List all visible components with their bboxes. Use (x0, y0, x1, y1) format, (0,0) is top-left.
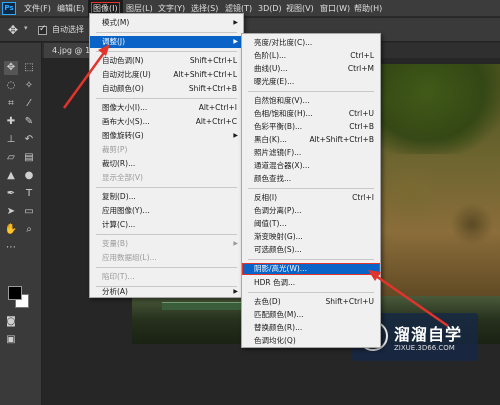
menu-item-photo-filter[interactable]: 照片滤镜(F)... (242, 147, 380, 159)
foreground-color-swatch[interactable] (8, 286, 22, 300)
more-tools-icon[interactable]: ⋯ (4, 241, 18, 255)
menu-item-gradient-map[interactable]: 渐变映射(G)... (242, 231, 380, 243)
menu-item-image-rotation[interactable]: 图像旋转(G) ▶ (90, 130, 243, 142)
menu-item-reveal-all[interactable]: 显示全部(V) (90, 172, 243, 184)
zoom-icon[interactable]: ⌕ (22, 223, 36, 237)
menu-item-brightness-contrast[interactable]: 亮度/对比度(C)... (242, 37, 380, 49)
magic-wand-icon[interactable]: ✧ (22, 79, 36, 93)
menu-help[interactable]: 帮助(H) (354, 0, 382, 17)
menu-item-selective-color[interactable]: 可选颜色(S)... (242, 244, 380, 256)
brush-icon[interactable]: ✎ (22, 115, 36, 129)
boat (162, 302, 250, 310)
menu-edit[interactable]: 编辑(E) (57, 0, 84, 17)
auto-select-label: 自动选择 (52, 25, 84, 34)
menu-item-calculations[interactable]: 计算(C)... (90, 219, 243, 231)
menu-item-black-white[interactable]: 黑白(K)... Alt+Shift+Ctrl+B (242, 134, 380, 146)
quick-mask-icon[interactable]: ◙ (4, 315, 18, 329)
dodge-icon[interactable]: ● (22, 169, 36, 183)
clone-stamp-icon[interactable]: ⊥ (4, 133, 18, 147)
menu-item-trim[interactable]: 裁切(R)... (90, 158, 243, 170)
lasso-icon[interactable]: ◌ (4, 79, 18, 93)
menu-item-auto-contrast[interactable]: 自动对比度(U) Alt+Shift+Ctrl+L (90, 69, 243, 81)
menu-window[interactable]: 窗口(W) (320, 0, 350, 17)
blur-icon[interactable]: ▲ (4, 169, 18, 183)
gradient-icon[interactable]: ▤ (22, 151, 36, 165)
menu-item-apply-data-set[interactable]: 应用数据组(L)... (90, 252, 243, 264)
menu-item-channel-mixer[interactable]: 通道混合器(X)... (242, 160, 380, 172)
menu-item-adjust[interactable]: 调整(J) ▶ (90, 36, 243, 48)
marquee-icon[interactable]: ⬚ (22, 61, 36, 75)
adjustments-submenu: 亮度/对比度(C)... 色阶(L)... Ctrl+L 曲线(U)... Ctrl… (241, 33, 381, 348)
menu-item-apply-image[interactable]: 应用图像(Y)... (90, 205, 243, 217)
menu-item-threshold[interactable]: 阈值(T)... (242, 218, 380, 230)
menu-item-duplicate[interactable]: 复制(D)... (90, 191, 243, 203)
menu-item-canvas-size[interactable]: 画布大小(S)... Alt+Ctrl+C (90, 116, 243, 128)
menu-item-color-lookup[interactable]: 颜色查找... (242, 173, 380, 185)
healing-brush-icon[interactable]: ✚ (4, 115, 18, 129)
menu-view[interactable]: 视图(V) (286, 0, 314, 17)
menu-item-posterize[interactable]: 色调分离(P)... (242, 205, 380, 217)
menu-item-desaturate[interactable]: 去色(D) Shift+Ctrl+U (242, 296, 380, 308)
menu-item-invert[interactable]: 反相(I) Ctrl+I (242, 192, 380, 204)
pen-icon[interactable]: ✒ (4, 187, 18, 201)
eraser-icon[interactable]: ▱ (4, 151, 18, 165)
menu-item-replace-color[interactable]: 替换颜色(R)... (242, 322, 380, 334)
menu-item-levels[interactable]: 色阶(L)... Ctrl+L (242, 50, 380, 62)
menu-bar: Ps 文件(F) 编辑(E) 图像(I) 图层(L) 文字(Y) 选择(S) 滤… (0, 0, 500, 17)
menu-item-curves[interactable]: 曲线(U)... Ctrl+M (242, 63, 380, 75)
menu-item-match-color[interactable]: 匹配颜色(M)... (242, 309, 380, 321)
menu-item-image-size[interactable]: 图像大小(I)... Alt+Ctrl+I (90, 102, 243, 114)
menu-item-mode[interactable]: 模式(M) ▶ (90, 17, 243, 29)
menu-item-color-balance[interactable]: 色彩平衡(B)... Ctrl+B (242, 121, 380, 133)
menu-item-hdr-toning[interactable]: HDR 色调... (242, 277, 380, 289)
menu-item-analysis[interactable]: 分析(A) ▶ (90, 286, 243, 298)
watermark-title: 溜溜自学 (394, 325, 463, 344)
move-icon[interactable]: ✥ (4, 61, 18, 75)
menu-item-equalize[interactable]: 色调均化(Q) (242, 335, 380, 347)
rectangle-icon[interactable]: ▭ (22, 205, 36, 219)
path-selection-icon[interactable]: ➤ (4, 205, 18, 219)
menu-item-hue-saturation[interactable]: 色相/饱和度(H)... Ctrl+U (242, 108, 380, 120)
menu-file[interactable]: 文件(F) (24, 0, 51, 17)
crop-icon[interactable]: ⌗ (4, 97, 18, 111)
tools-panel: ✥ ⬚ ◌ ✧ ⌗ ⁄ ✚ ✎ ⊥ ↶ ▱ ▤ ▲ ● ✒ T ➤ ▭ ✋ ⌕ … (0, 43, 42, 405)
screen-mode-icon[interactable]: ▣ (4, 333, 18, 347)
type-tool-icon[interactable]: T (22, 187, 36, 201)
hand-icon[interactable]: ✋ (4, 223, 18, 237)
menu-item-exposure[interactable]: 曝光度(E)... (242, 76, 380, 88)
menu-item-trap[interactable]: 陷印(T)... (90, 271, 243, 283)
menu-3d[interactable]: 3D(D) (258, 0, 282, 17)
move-tool-icon[interactable]: ✥ (8, 23, 18, 37)
watermark-url: ZIXUE.3D66.COM (394, 344, 455, 352)
menu-item-variables[interactable]: 变量(B) ▶ (90, 238, 243, 250)
history-brush-icon[interactable]: ↶ (22, 133, 36, 147)
menu-item-auto-tone[interactable]: 自动色调(N) Shift+Ctrl+L (90, 55, 243, 67)
auto-select-checkbox[interactable] (38, 24, 47, 35)
menu-item-shadows-highlights[interactable]: 阴影/高光(W)... (242, 263, 380, 275)
chevron-down-icon[interactable]: ▾ (24, 24, 28, 32)
menu-item-auto-color[interactable]: 自动颜色(O) Shift+Ctrl+B (90, 83, 243, 95)
photoshop-logo[interactable]: Ps (2, 2, 16, 15)
eyedropper-icon[interactable]: ⁄ (22, 97, 36, 111)
image-menu: 模式(M) ▶ 调整(J) ▶ 自动色调(N) Shift+Ctrl+L 自动对比度(… (89, 13, 244, 298)
menu-item-vibrance[interactable]: 自然饱和度(V)... (242, 95, 380, 107)
menu-item-crop[interactable]: 裁剪(P) (90, 144, 243, 156)
